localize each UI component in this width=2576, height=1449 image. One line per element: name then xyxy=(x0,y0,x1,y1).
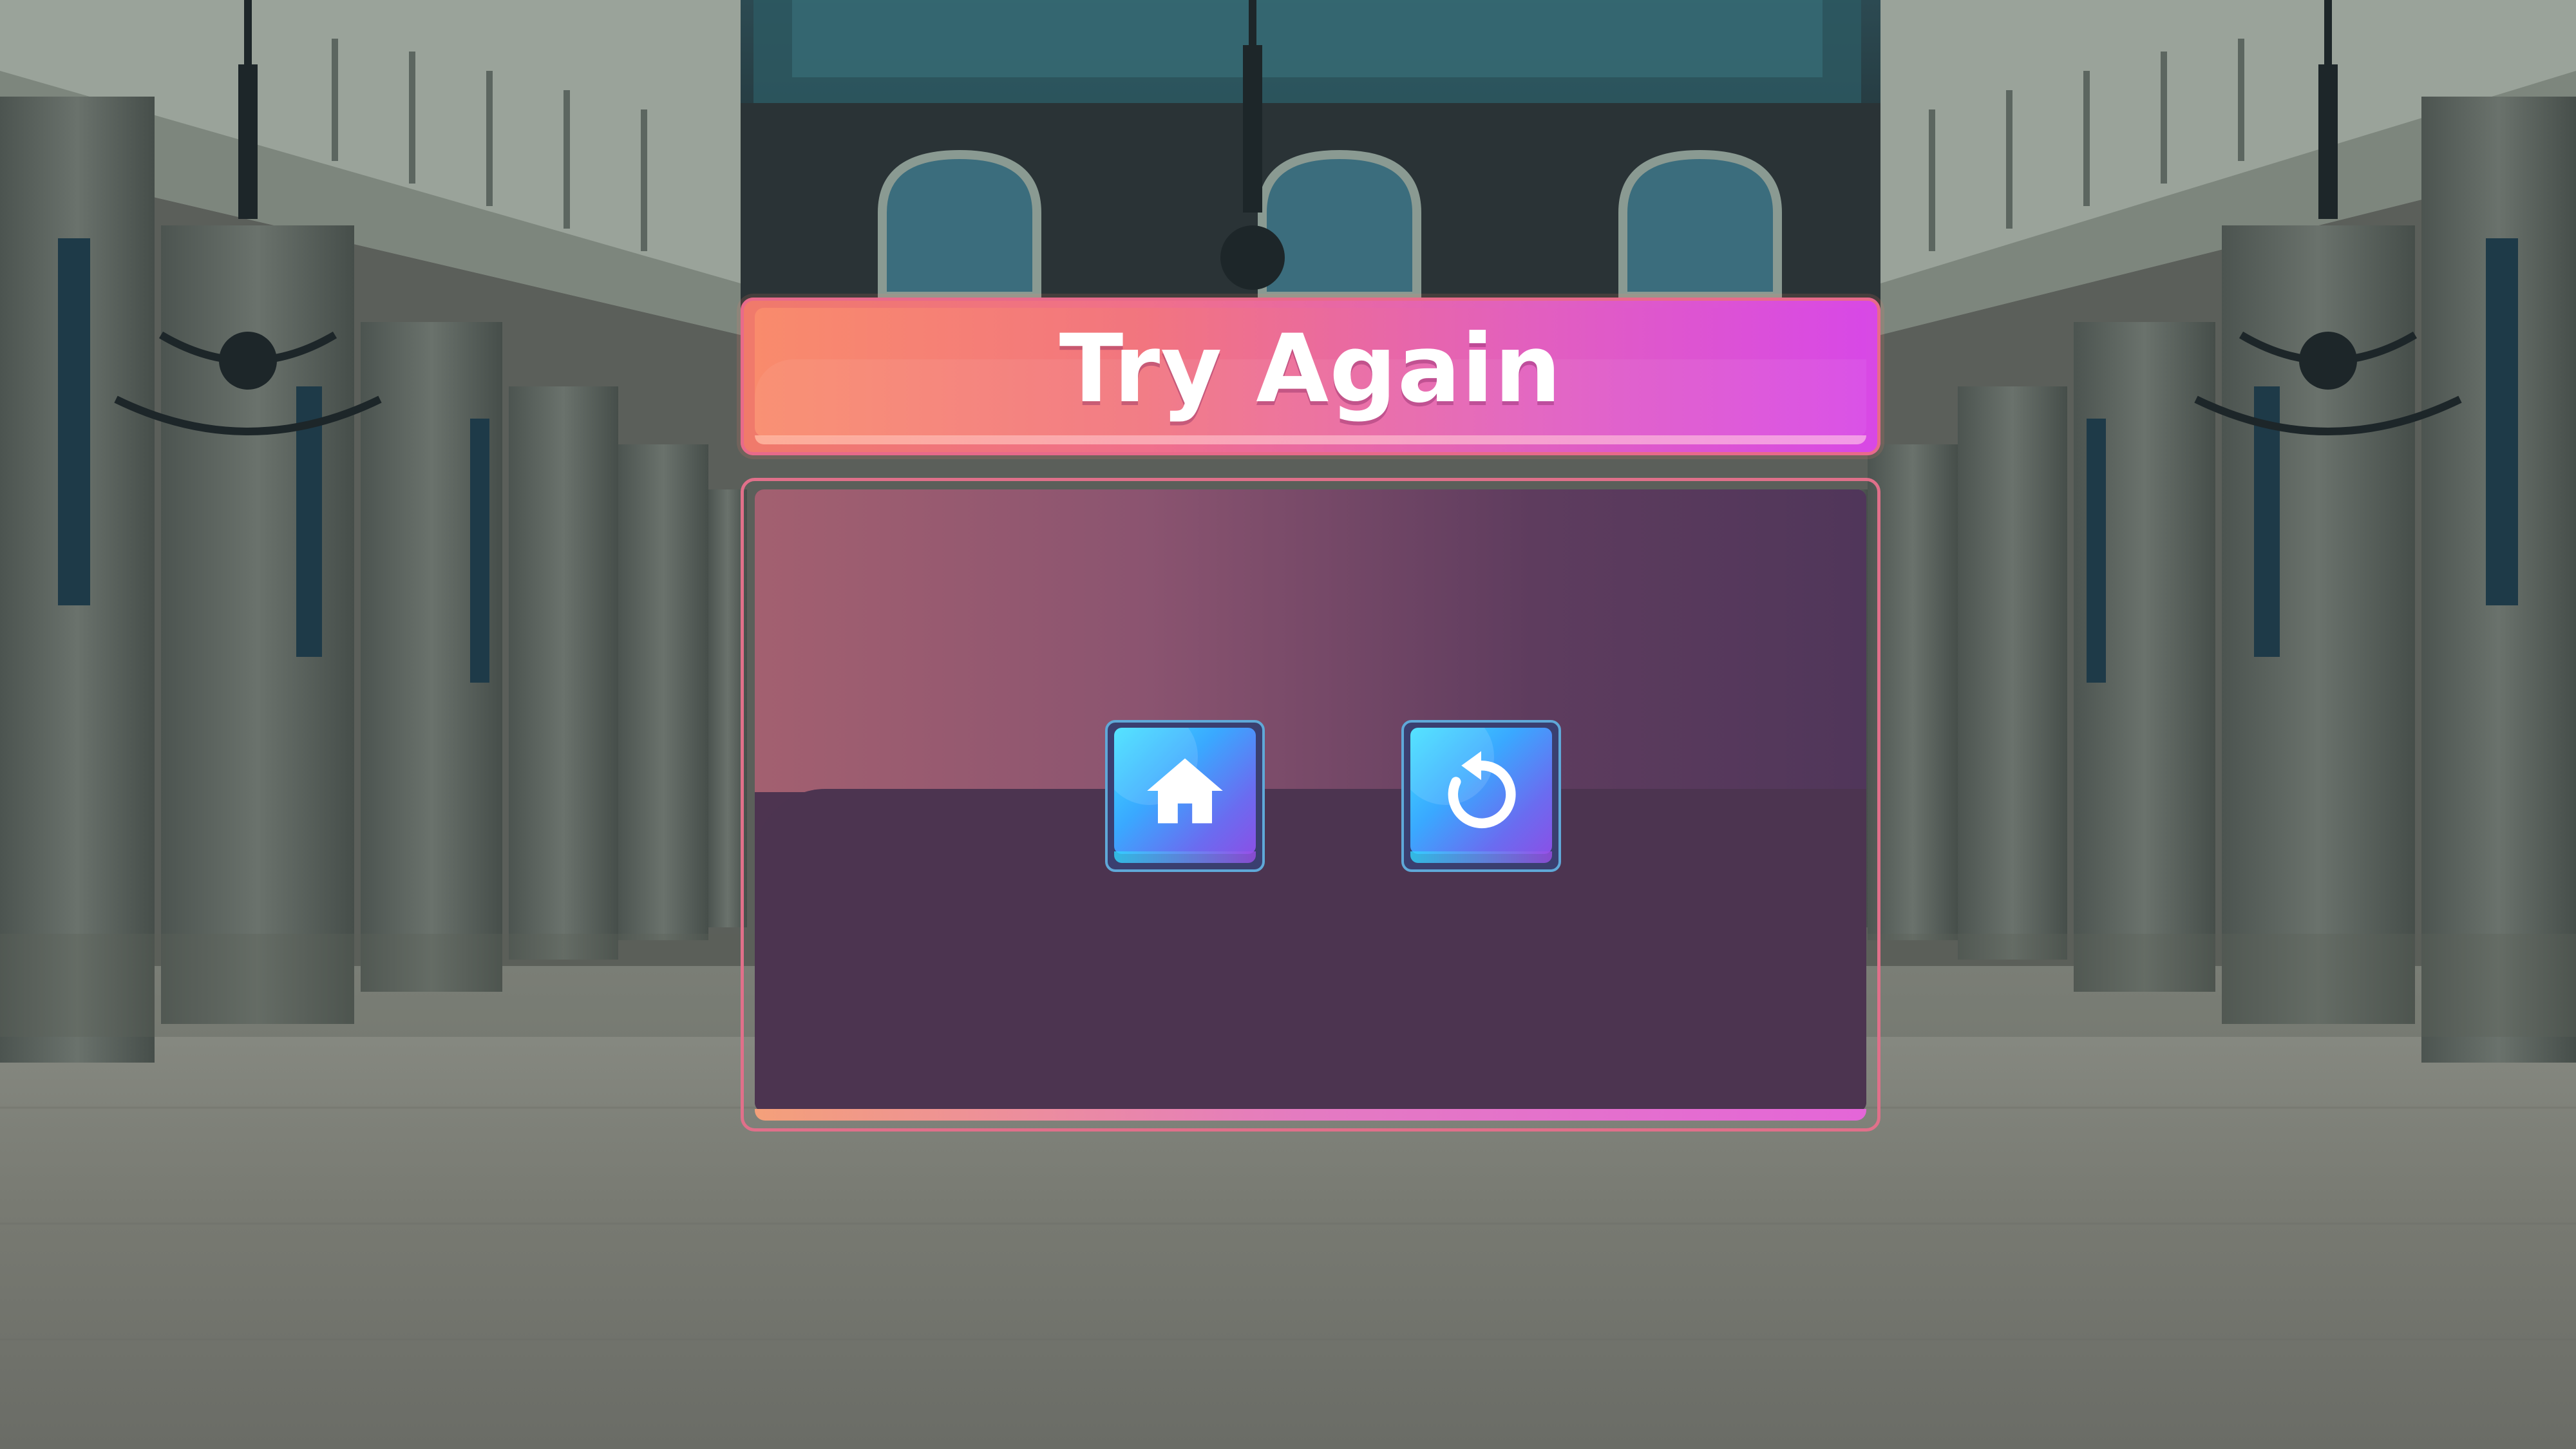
home-button[interactable] xyxy=(1105,720,1265,872)
dialog-title: Try Again xyxy=(1059,314,1562,424)
dialog-panel-gloss xyxy=(755,489,1866,792)
replay-button[interactable] xyxy=(1401,720,1561,872)
home-icon xyxy=(1114,728,1256,854)
dialog-panel xyxy=(755,489,1866,1112)
game-over-screen: Try Again xyxy=(0,0,2576,1449)
dialog-panel-edge xyxy=(755,1109,1866,1121)
dialog-panel-content-area xyxy=(755,789,1866,1112)
replay-icon xyxy=(1410,728,1552,854)
